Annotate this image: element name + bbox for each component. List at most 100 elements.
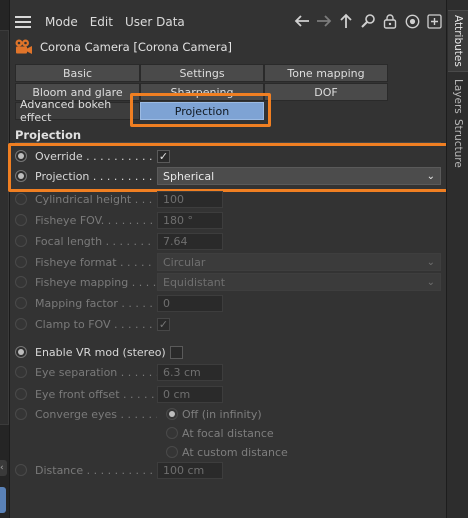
param-label: Distance . . . . . . . . . . . [35,463,157,477]
focal-length-field[interactable]: 7.64 [157,232,223,250]
menu-mode[interactable]: Mode [45,15,78,29]
distance-field[interactable]: 100 cm [157,461,223,479]
camera-icon [14,39,34,55]
param-label: Eye front offset . . . . . [35,387,155,401]
param-fisheye-format: Fisheye format . . . . . Circular ⌄ [15,252,445,272]
attributes-panel: Mode Edit User Data Corona Camera [Coron… [8,0,450,518]
arrow-up-icon[interactable] [338,12,354,30]
option-label: Off (in infinity) [182,407,262,421]
tab-projection[interactable]: Projection [140,102,264,120]
keyframe-radio[interactable] [15,366,27,378]
arrow-left-icon[interactable] [294,12,310,30]
eye-separation-field[interactable]: 6.3 cm [157,363,223,381]
tab-advanced-bokeh-effect[interactable]: Advanced bokeh effect [15,98,140,124]
param-label: Clamp to FOV . . . . . . [35,317,153,331]
section-divider [15,142,441,143]
left-stepper[interactable]: ‹ [0,460,7,476]
object-header: Corona Camera [Corona Camera] [14,39,232,55]
keyframe-radio[interactable] [15,346,27,358]
converge-option-focal[interactable]: At focal distance [166,424,274,442]
tab-tone-mapping[interactable]: Tone mapping [264,64,388,82]
param-fisheye-mapping: Fisheye mapping . . . . Equidistant ⌄ [15,272,445,292]
keyframe-radio[interactable] [15,276,27,288]
menu-edit[interactable]: Edit [90,15,113,29]
param-label: Fisheye FOV. . . . . . . . [35,213,154,227]
toolbar-icons [294,12,442,30]
keyframe-radio[interactable] [15,464,27,476]
target-icon[interactable] [404,12,420,30]
param-cylindrical-height: Cylindrical height . . . 100 [15,189,445,209]
side-tab-attributes[interactable]: Attributes [448,10,468,72]
add-panel-icon[interactable] [426,12,442,30]
keyframe-radio[interactable] [15,256,27,268]
param-label: Enable VR mod (stereo) [35,345,166,359]
fisheye-mapping-dropdown[interactable]: Equidistant ⌄ [157,273,441,291]
param-label: Cylindrical height . . . [35,192,153,206]
param-label: Fisheye mapping . . . . [35,275,157,289]
keyframe-radio[interactable] [15,170,27,182]
tab-dof[interactable]: DOF [264,83,388,101]
tab-row-1: Basic Settings Tone mapping [15,64,388,82]
tab-row-3: Advanced bokeh effect Projection [15,98,264,124]
keyframe-radio[interactable] [15,408,27,420]
converge-option-custom[interactable]: At custom distance [166,443,288,461]
param-label: Focal length . . . . . . . [35,234,152,248]
keyframe-radio[interactable] [15,297,27,309]
keyframe-radio[interactable] [15,214,27,226]
keyframe-radio[interactable] [15,318,27,330]
fisheye-format-dropdown[interactable]: Circular ⌄ [157,253,441,271]
option-radio[interactable] [166,408,178,420]
param-projection: Projection . . . . . . . . . Spherical ⌄ [15,166,445,186]
override-checkbox[interactable]: ✓ [157,149,170,163]
chevron-down-icon: ⌄ [426,256,435,268]
menu-user-data[interactable]: User Data [125,15,185,29]
menu-bar: Mode Edit User Data [10,10,446,34]
search-icon[interactable] [360,12,376,30]
hamburger-menu-icon[interactable] [15,13,37,31]
param-fisheye-fov: Fisheye FOV. . . . . . . . 180 ° [15,210,445,230]
param-enable-vr: Enable VR mod (stereo) [15,342,445,362]
vr-mode-checkbox[interactable] [169,345,183,359]
cylindrical-height-field[interactable]: 100 [157,190,223,208]
dropdown-value: Equidistant [163,275,226,289]
option-radio[interactable] [166,446,178,458]
tab-sharpening[interactable]: Sharpening [140,83,264,101]
option-radio[interactable] [166,427,178,439]
lock-icon[interactable] [382,12,398,30]
param-distance: Distance . . . . . . . . . . . 100 cm [15,460,445,480]
param-label: Projection . . . . . . . . . [35,169,153,183]
keyframe-radio[interactable] [15,193,27,205]
left-panel-strip: ‹ [0,0,10,518]
clamp-to-fov-checkbox[interactable]: ✓ [157,317,170,331]
param-label: Converge eyes . . . . . . [35,407,157,421]
param-label: Override . . . . . . . . . . [35,149,153,163]
dropdown-value: Spherical [163,169,215,183]
param-focal-length: Focal length . . . . . . . 7.64 [15,231,445,251]
keyframe-radio[interactable] [15,150,27,162]
chevron-down-icon: ⌄ [426,276,435,288]
tab-basic[interactable]: Basic [15,64,140,82]
arrow-right-icon[interactable] [316,12,332,30]
converge-option-off[interactable]: Off (in infinity) [166,405,262,423]
tab-settings[interactable]: Settings [140,64,264,82]
dropdown-value: Circular [163,255,206,269]
object-title: Corona Camera [Corona Camera] [40,40,233,54]
left-panel-frame [0,30,9,425]
side-tab-layers[interactable]: Layers [448,74,468,118]
side-tab-structure[interactable]: Structure [448,118,468,168]
left-blue-button[interactable] [0,487,6,513]
param-eye-front-offset: Eye front offset . . . . . 0 cm [15,384,445,404]
param-override: Override . . . . . . . . . . ✓ [15,146,445,166]
side-tab-strip: Attributes Layers Structure [446,0,468,518]
param-label: Fisheye format . . . . . [35,255,152,269]
param-label: Mapping factor . . . . . [35,296,153,310]
option-label: At custom distance [182,445,288,459]
projection-dropdown[interactable]: Spherical ⌄ [157,167,441,185]
fisheye-fov-field[interactable]: 180 ° [157,211,223,229]
param-eye-separation: Eye separation . . . . . . 6.3 cm [15,362,445,382]
keyframe-radio[interactable] [15,388,27,400]
mapping-factor-field[interactable]: 0 [157,294,223,312]
param-mapping-factor: Mapping factor . . . . . 0 [15,293,445,313]
keyframe-radio[interactable] [15,235,27,247]
eye-front-offset-field[interactable]: 0 cm [157,385,223,403]
